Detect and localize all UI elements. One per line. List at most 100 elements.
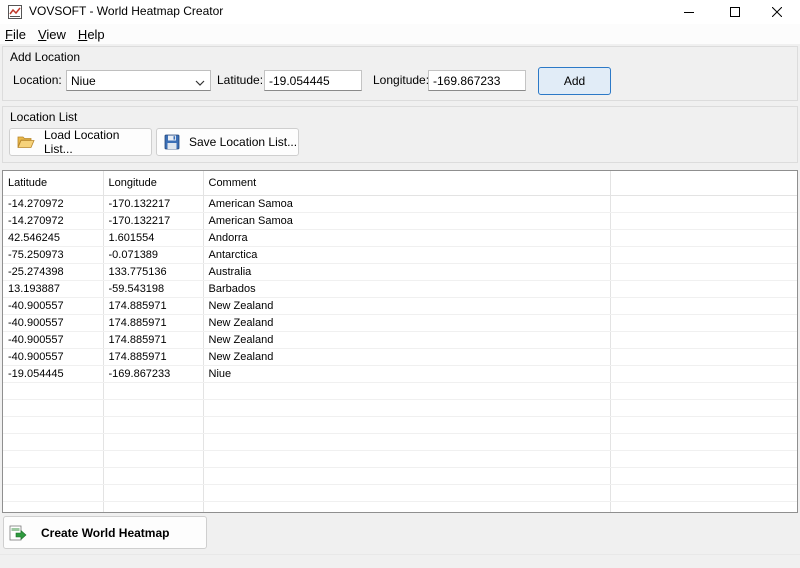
save-location-list-button[interactable]: Save Location List... xyxy=(156,128,299,156)
menu-bar: File View Help xyxy=(0,24,800,44)
cell-longitude: 174.885971 xyxy=(103,314,204,332)
empty-cell xyxy=(610,484,797,502)
status-bar xyxy=(0,554,800,568)
empty-cell xyxy=(203,467,611,485)
cell-comment: Barbados xyxy=(203,280,611,298)
table-row[interactable]: -40.900557 174.885971 New Zealand xyxy=(3,331,797,349)
title-bar: VOVSOFT - World Heatmap Creator xyxy=(0,0,800,24)
table-row[interactable]: -19.054445 -169.867233 Niue xyxy=(3,365,797,383)
empty-cell xyxy=(203,382,611,400)
menu-view[interactable]: View xyxy=(38,27,66,42)
cell-latitude: -25.274398 xyxy=(3,263,104,281)
cell-latitude: -40.900557 xyxy=(3,314,104,332)
empty-table-row xyxy=(3,416,797,434)
empty-cell xyxy=(3,416,104,434)
create-world-heatmap-button[interactable]: Create World Heatmap xyxy=(3,516,207,549)
table-row[interactable]: 13.193887 -59.543198 Barbados xyxy=(3,280,797,298)
maximize-button[interactable] xyxy=(712,0,758,24)
cell-longitude: -169.867233 xyxy=(103,365,204,383)
cell-comment: Antarctica xyxy=(203,246,611,264)
empty-table-row xyxy=(3,501,797,512)
cell-filler xyxy=(610,263,797,281)
add-button[interactable]: Add xyxy=(538,67,611,95)
cell-filler xyxy=(610,314,797,332)
maximize-icon xyxy=(730,7,740,17)
cell-latitude: -40.900557 xyxy=(3,331,104,349)
export-arrow-icon xyxy=(9,524,27,542)
cell-latitude: -14.270972 xyxy=(3,212,104,230)
empty-cell xyxy=(103,433,204,451)
cell-filler xyxy=(610,280,797,298)
longitude-label: Longitude: xyxy=(373,73,430,87)
cell-longitude: -170.132217 xyxy=(103,212,204,230)
table-row[interactable]: -75.250973 -0.071389 Antarctica xyxy=(3,246,797,264)
empty-cell xyxy=(610,467,797,485)
cell-latitude: -40.900557 xyxy=(3,297,104,315)
empty-table-row xyxy=(3,484,797,502)
table-row[interactable]: -25.274398 133.775136 Australia xyxy=(3,263,797,281)
column-header-latitude[interactable]: Latitude xyxy=(3,171,104,196)
empty-cell xyxy=(610,501,797,512)
cell-latitude: -75.250973 xyxy=(3,246,104,264)
table-row[interactable]: -40.900557 174.885971 New Zealand xyxy=(3,348,797,366)
table-row[interactable]: -14.270972 -170.132217 American Samoa xyxy=(3,195,797,213)
load-location-list-button[interactable]: Load Location List... xyxy=(9,128,152,156)
empty-cell xyxy=(103,501,204,512)
location-list-title: Location List xyxy=(10,110,78,124)
table-row[interactable]: -14.270972 -170.132217 American Samoa xyxy=(3,212,797,230)
empty-cell xyxy=(3,467,104,485)
empty-table-row xyxy=(3,382,797,400)
empty-cell xyxy=(103,450,204,468)
location-select[interactable]: Niue xyxy=(66,70,211,91)
table-row[interactable]: -40.900557 174.885971 New Zealand xyxy=(3,297,797,315)
app-icon xyxy=(8,5,22,19)
empty-cell xyxy=(3,484,104,502)
empty-table-row xyxy=(3,399,797,417)
column-header-filler xyxy=(610,171,797,196)
empty-cell xyxy=(103,382,204,400)
empty-cell xyxy=(203,399,611,417)
close-icon xyxy=(772,7,782,17)
cell-filler xyxy=(610,365,797,383)
empty-cell xyxy=(203,433,611,451)
longitude-input[interactable] xyxy=(428,70,526,91)
save-location-list-label: Save Location List... xyxy=(189,135,298,149)
cell-comment: American Samoa xyxy=(203,212,611,230)
cell-comment: New Zealand xyxy=(203,348,611,366)
locations-table[interactable]: Latitude Longitude Comment -14.270972 -17… xyxy=(2,170,798,513)
cell-latitude: -14.270972 xyxy=(3,195,104,213)
empty-cell xyxy=(3,399,104,417)
empty-cell xyxy=(3,501,104,512)
minimize-icon xyxy=(684,12,694,13)
empty-cell xyxy=(103,416,204,434)
cell-longitude: 133.775136 xyxy=(103,263,204,281)
column-header-comment[interactable]: Comment xyxy=(203,171,611,196)
minimize-button[interactable] xyxy=(666,0,712,24)
cell-latitude: -40.900557 xyxy=(3,348,104,366)
close-button[interactable] xyxy=(754,0,800,24)
cell-longitude: 174.885971 xyxy=(103,331,204,349)
table-row[interactable]: -40.900557 174.885971 New Zealand xyxy=(3,314,797,332)
cell-filler xyxy=(610,212,797,230)
cell-longitude: 174.885971 xyxy=(103,348,204,366)
cell-comment: New Zealand xyxy=(203,297,611,315)
latitude-input[interactable] xyxy=(264,70,362,91)
empty-cell xyxy=(203,416,611,434)
menu-help[interactable]: Help xyxy=(78,27,105,42)
cell-comment: Andorra xyxy=(203,229,611,247)
cell-comment: Australia xyxy=(203,263,611,281)
empty-cell xyxy=(103,467,204,485)
empty-table-row xyxy=(3,433,797,451)
column-header-longitude[interactable]: Longitude xyxy=(103,171,204,196)
empty-cell xyxy=(3,433,104,451)
latitude-label: Latitude: xyxy=(217,73,264,87)
cell-comment: New Zealand xyxy=(203,314,611,332)
empty-table-row xyxy=(3,467,797,485)
empty-cell xyxy=(203,501,611,512)
cell-longitude: 1.601554 xyxy=(103,229,204,247)
cell-filler xyxy=(610,331,797,349)
cell-latitude: 42.546245 xyxy=(3,229,104,247)
table-row[interactable]: 42.546245 1.601554 Andorra xyxy=(3,229,797,247)
empty-cell xyxy=(610,399,797,417)
menu-file[interactable]: File xyxy=(5,27,26,42)
